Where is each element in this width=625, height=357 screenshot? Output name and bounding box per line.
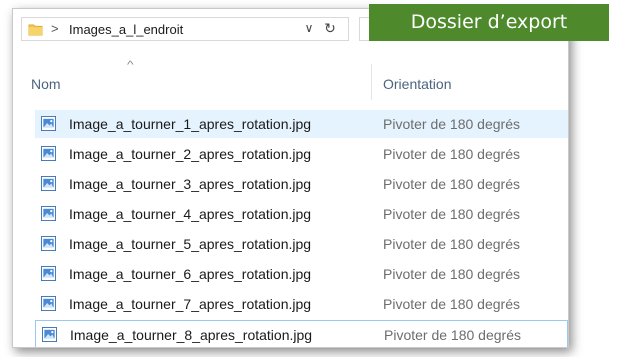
file-orientation: Pivoter de 180 degrés — [383, 206, 520, 222]
image-file-icon — [41, 266, 56, 281]
file-orientation: Pivoter de 180 degrés — [383, 176, 520, 192]
file-row[interactable]: Image_a_tourner_4_apres_rotation.jpg Piv… — [35, 200, 568, 228]
image-file-icon — [41, 176, 56, 191]
file-name: Image_a_tourner_8_apres_rotation.jpg — [70, 327, 313, 343]
refresh-icon[interactable]: ↻ — [322, 20, 338, 37]
file-name: Image_a_tourner_7_apres_rotation.jpg — [69, 296, 312, 312]
column-header: ^ Nom Orientation — [13, 60, 568, 100]
file-row[interactable]: Image_a_tourner_7_apres_rotation.jpg Piv… — [35, 290, 568, 318]
file-row[interactable]: Image_a_tourner_8_apres_rotation.jpg Piv… — [35, 320, 568, 347]
image-file-icon — [42, 327, 57, 342]
column-divider[interactable] — [371, 64, 372, 100]
file-name: Image_a_tourner_5_apres_rotation.jpg — [69, 236, 312, 252]
file-name: Image_a_tourner_2_apres_rotation.jpg — [69, 146, 312, 162]
column-header-name[interactable]: Nom — [31, 76, 61, 92]
file-name: Image_a_tourner_3_apres_rotation.jpg — [69, 176, 312, 192]
column-header-orientation[interactable]: Orientation — [383, 76, 451, 92]
file-explorer-window: > Images_a_l_endroit ∨ ↻ ^ Nom Orientati… — [12, 8, 569, 348]
file-orientation: Pivoter de 180 degrés — [383, 296, 520, 312]
file-orientation: Pivoter de 180 degrés — [383, 236, 520, 252]
folder-icon — [28, 24, 43, 36]
export-folder-banner: Dossier d’export — [369, 4, 609, 41]
sort-arrow-icon: ^ — [127, 60, 134, 71]
address-box[interactable]: > Images_a_l_endroit ∨ ↻ — [21, 17, 349, 41]
image-file-icon — [41, 236, 56, 251]
file-name: Image_a_tourner_1_apres_rotation.jpg — [69, 116, 312, 132]
chevron-down-icon[interactable]: ∨ — [302, 21, 316, 35]
image-file-icon — [41, 146, 56, 161]
image-file-icon — [41, 296, 56, 311]
file-row[interactable]: Image_a_tourner_6_apres_rotation.jpg Piv… — [35, 260, 568, 288]
file-row[interactable]: Image_a_tourner_5_apres_rotation.jpg Piv… — [35, 230, 568, 258]
image-file-icon — [41, 116, 56, 131]
file-orientation: Pivoter de 180 degrés — [383, 116, 520, 132]
image-file-icon — [41, 206, 56, 221]
file-row[interactable]: Image_a_tourner_2_apres_rotation.jpg Piv… — [35, 140, 568, 168]
file-orientation: Pivoter de 180 degrés — [383, 146, 520, 162]
file-name: Image_a_tourner_4_apres_rotation.jpg — [69, 206, 312, 222]
file-name: Image_a_tourner_6_apres_rotation.jpg — [69, 266, 312, 282]
file-row[interactable]: Image_a_tourner_1_apres_rotation.jpg Piv… — [35, 110, 568, 138]
breadcrumb-separator[interactable]: > — [51, 21, 59, 36]
file-orientation: Pivoter de 180 degrés — [383, 266, 520, 282]
file-row[interactable]: Image_a_tourner_3_apres_rotation.jpg Piv… — [35, 170, 568, 198]
file-orientation: Pivoter de 180 degrés — [384, 327, 521, 343]
breadcrumb-folder[interactable]: Images_a_l_endroit — [69, 22, 183, 37]
